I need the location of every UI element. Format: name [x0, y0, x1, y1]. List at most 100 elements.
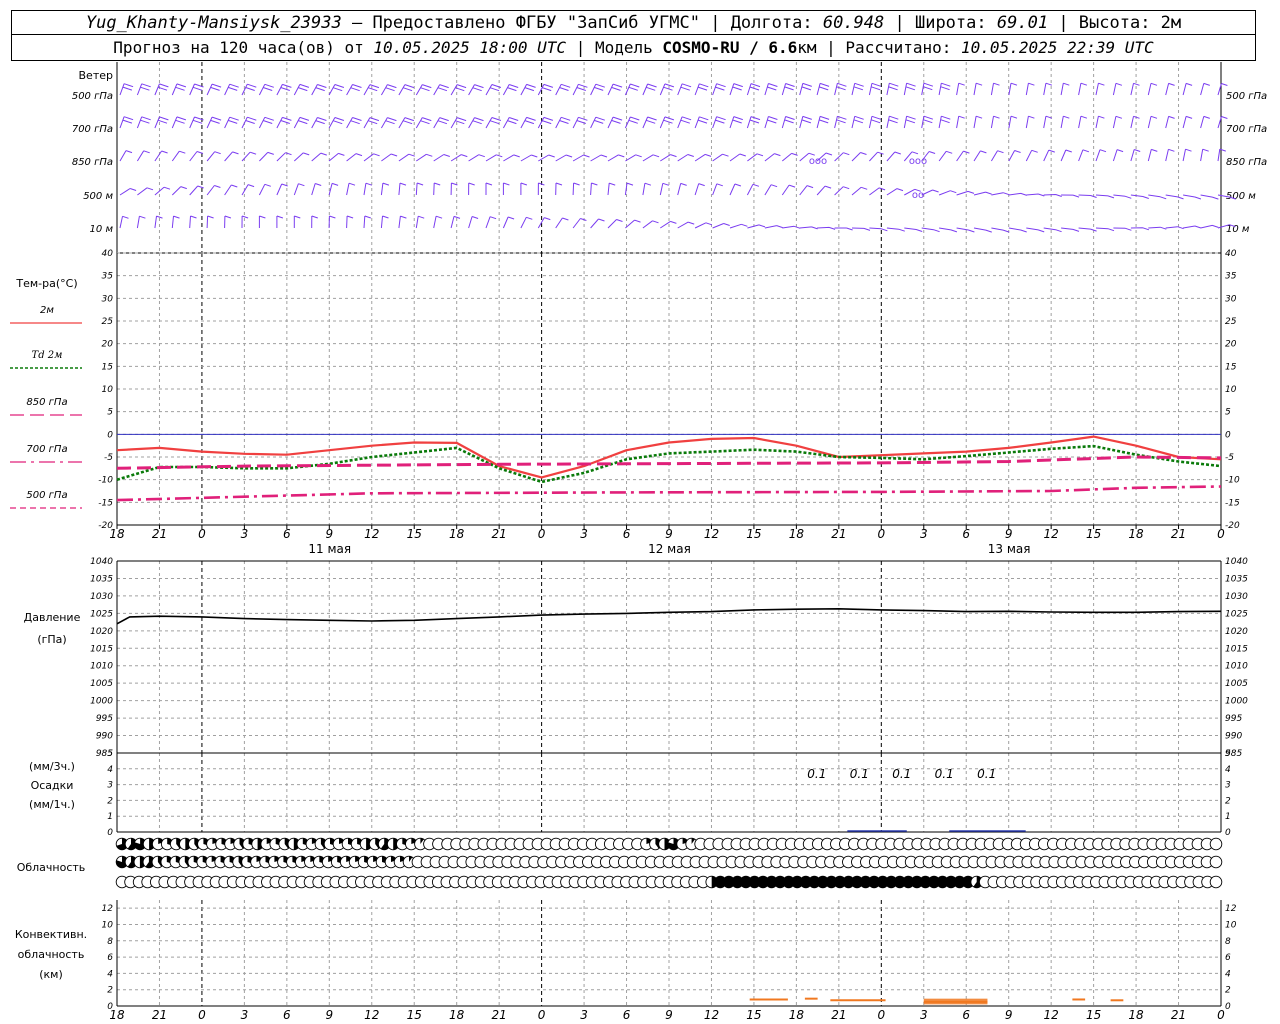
wind-barb-shaft	[415, 182, 424, 196]
bottom-x-tick-label: 0	[198, 1008, 206, 1022]
bottom-x-tick-label: 0	[538, 1008, 546, 1022]
wind-barb	[781, 184, 796, 196]
wind-barb	[781, 116, 795, 129]
wind-barb-shaft	[1130, 115, 1140, 129]
wind-barb-shaft	[241, 215, 249, 229]
wind-barb	[311, 117, 327, 129]
wind-barb-shaft	[311, 117, 327, 129]
wind-barb	[119, 188, 137, 196]
wind-barb-shaft	[781, 116, 795, 129]
wind-barb-shaft	[886, 227, 905, 232]
wind-barb-shaft	[224, 215, 232, 229]
wind-barb	[712, 116, 726, 129]
conv-ytick-left: 2	[107, 986, 113, 996]
wind-barb	[276, 152, 292, 162]
wind-barb-shaft	[764, 225, 783, 229]
wind-barb-shaft	[1008, 115, 1018, 129]
pres-title: Давление	[24, 611, 81, 624]
wind-barb	[1130, 227, 1150, 231]
wind-barb-shaft	[1008, 192, 1027, 196]
temp-x-tick-label: 18	[789, 527, 805, 541]
wind-barb	[224, 151, 239, 162]
wind-barb-shaft	[276, 215, 284, 228]
wind-barb-shaft	[555, 217, 569, 229]
wind-barb	[276, 183, 288, 196]
wind-barb-shaft	[136, 150, 150, 162]
wind-barb-shaft	[1200, 194, 1219, 200]
wind-barb	[171, 215, 180, 229]
wind-barb	[607, 154, 625, 162]
wind-barb-shaft	[1147, 82, 1158, 96]
wind-barb-shaft	[119, 150, 133, 162]
pres-ytick-right: 1010	[1225, 662, 1248, 672]
temp-x-tick-label: 9	[1005, 527, 1013, 541]
wind-barb	[990, 150, 1004, 162]
wind-barb	[538, 154, 555, 162]
wind-barb-shaft	[1200, 115, 1210, 129]
wind-barb-shaft	[781, 184, 796, 196]
wind-barb-shaft	[502, 117, 519, 129]
wind-barb-shaft	[415, 215, 425, 229]
wind-barb-shaft	[1130, 194, 1149, 199]
wind-barb	[1060, 82, 1070, 96]
wind-barb-shaft	[224, 151, 239, 162]
bottom-x-tick-label: 9	[325, 1008, 333, 1022]
wind-barb-shaft	[1078, 149, 1090, 162]
wind-barb	[712, 183, 723, 196]
bottom-x-tick-label: 15	[1086, 1008, 1101, 1022]
wind-barb-shaft	[834, 186, 850, 196]
wind-barb	[607, 219, 623, 229]
wind-barb	[276, 215, 284, 228]
prec-unit-1h: (мм/1ч.)	[29, 798, 75, 811]
wind-barb	[1025, 82, 1035, 96]
wind-barb-shaft	[799, 226, 818, 230]
wind-barb-shaft	[206, 215, 214, 229]
wind-barb-shaft	[938, 115, 951, 129]
bottom-x-tick-label: 18	[789, 1008, 805, 1022]
bottom-x-tick-label: 0	[877, 1008, 885, 1022]
wind-barb	[1183, 194, 1202, 200]
wind-calm-mark: oo	[912, 190, 924, 201]
temp-x-tick-label: 15	[407, 527, 422, 541]
wind-barb	[485, 154, 503, 162]
conv-unit: (км)	[39, 968, 63, 981]
wind-barb-shaft	[363, 215, 371, 229]
prec-title: Осадки	[31, 779, 74, 792]
wind-barb	[764, 184, 778, 196]
temp-ytick-right: 35	[1225, 272, 1237, 282]
wind-barb-shaft	[1078, 115, 1088, 129]
wind-barb	[973, 227, 992, 233]
wind-barb	[224, 83, 239, 96]
wind-barb	[1095, 149, 1107, 162]
wind-barb	[921, 227, 940, 233]
wind-barb	[502, 182, 510, 195]
wind-barb	[956, 82, 965, 96]
bottom-x-tick-label: 6	[962, 1008, 970, 1022]
wind-barb	[851, 152, 867, 162]
wind-barb-shaft	[764, 153, 781, 162]
wind-barb-shaft	[642, 182, 652, 196]
wind-barb	[607, 182, 616, 196]
wind-barb	[1095, 227, 1115, 232]
prec-ytick-left: 0	[107, 828, 113, 838]
wind-barb-shaft	[1182, 82, 1193, 96]
wind-barb	[1130, 149, 1141, 162]
wind-barb-shaft	[572, 83, 588, 96]
pres-ytick-right: 1005	[1225, 679, 1248, 689]
wind-barb-shaft	[624, 116, 640, 129]
prec-ytick-right: 4	[1225, 765, 1231, 775]
wind-barb-shaft	[276, 83, 292, 96]
wind-barb	[1025, 149, 1038, 162]
wind-barb	[851, 115, 864, 129]
wind-barb	[1147, 82, 1158, 96]
bottom-x-tick-label: 3	[920, 1008, 928, 1022]
wind-barb-shaft	[1148, 194, 1167, 200]
wind-barb-shaft	[433, 84, 449, 96]
wind-barb-shaft	[746, 183, 760, 196]
wind-barb-shaft	[189, 151, 204, 162]
wind-barb	[782, 225, 801, 229]
wind-barb	[1200, 194, 1219, 200]
wind-barb	[450, 215, 461, 229]
wind-barb	[764, 153, 781, 162]
wind-barb-shaft	[520, 154, 538, 162]
